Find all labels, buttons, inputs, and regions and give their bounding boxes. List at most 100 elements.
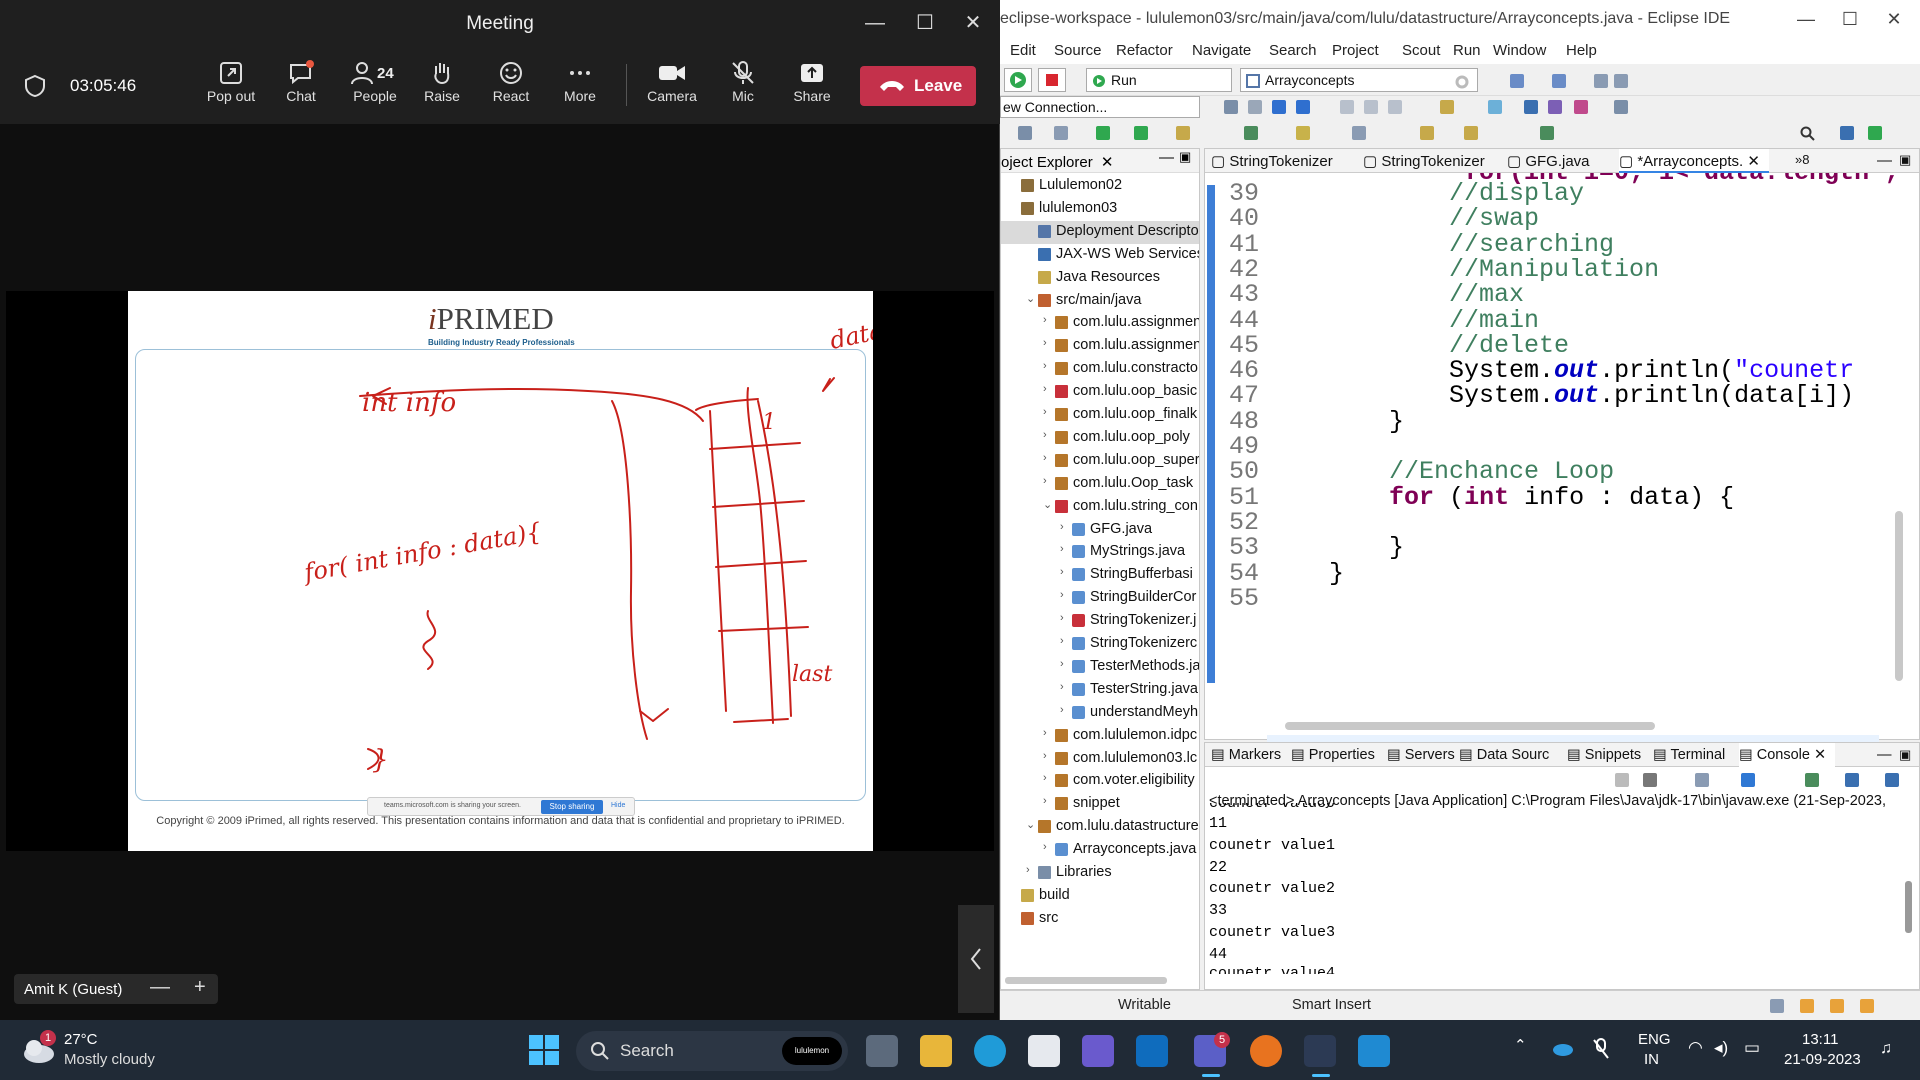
- tree-item[interactable]: › com.lulu.assignmen: [1001, 312, 1199, 335]
- toolbar-search-icon[interactable]: [1488, 100, 1502, 114]
- zoom-out-button[interactable]: —: [150, 976, 170, 999]
- menu-search[interactable]: Search: [1269, 42, 1317, 59]
- eclipse-maximize-button[interactable]: ☐: [1828, 4, 1872, 34]
- minimize-button[interactable]: —: [852, 6, 898, 40]
- toolbar-annotation-icon[interactable]: [1244, 126, 1258, 140]
- console-open-icon[interactable]: [1885, 773, 1899, 787]
- console-maximize-icon[interactable]: ▣: [1899, 747, 1911, 763]
- eclipse-minimize-button[interactable]: —: [1784, 4, 1828, 34]
- toolbar-view-icon[interactable]: [1614, 100, 1628, 114]
- console-terminate-icon[interactable]: [1615, 773, 1629, 787]
- tab-stringtokenizer-1[interactable]: ▢ StringTokenizer: [1211, 152, 1333, 170]
- chevron-right-icon[interactable]: ›: [1043, 383, 1047, 395]
- language-region[interactable]: IN: [1644, 1051, 1659, 1068]
- chevron-right-icon[interactable]: ›: [1026, 864, 1030, 876]
- hide-share-bar-link[interactable]: Hide: [611, 802, 625, 809]
- tab-terminal[interactable]: ▤ Terminal: [1653, 747, 1725, 763]
- tree-item[interactable]: Deployment Descriptor: lu: [1001, 220, 1199, 244]
- app-orange-icon[interactable]: [1250, 1035, 1282, 1067]
- toolbar-step-icon[interactable]: [1248, 100, 1262, 114]
- tree-item[interactable]: JAX-WS Web Services: [1001, 244, 1199, 267]
- battery-icon[interactable]: ▭: [1744, 1038, 1760, 1058]
- tray-overflow-icon[interactable]: ⌃: [1514, 1036, 1527, 1054]
- run-button[interactable]: [1004, 68, 1032, 92]
- taskbar-search-box[interactable]: Search lululemon: [576, 1031, 848, 1071]
- chat-button[interactable]: Chat: [269, 56, 333, 116]
- tree-item[interactable]: › com.lululemon.idpc: [1001, 725, 1199, 748]
- mic-muted-icon[interactable]: [1592, 1038, 1610, 1060]
- tab-markers[interactable]: ▤ Markers: [1211, 747, 1281, 763]
- tab-console[interactable]: ▤ Console ✕: [1739, 743, 1835, 767]
- tab-servers[interactable]: ▤ Servers: [1387, 747, 1455, 763]
- console-pin-icon[interactable]: [1805, 773, 1819, 787]
- tree-item[interactable]: › com.lulu.oop_poly: [1001, 427, 1199, 450]
- toolbar-build-icon[interactable]: [1440, 100, 1454, 114]
- task-view-icon[interactable]: [866, 1035, 898, 1067]
- menu-refactor[interactable]: Refactor: [1116, 42, 1173, 59]
- edge-browser-icon[interactable]: [974, 1035, 1006, 1067]
- toolbar-suspend-icon[interactable]: [1364, 100, 1378, 114]
- tab-properties[interactable]: ▤ Properties: [1291, 747, 1375, 763]
- tree-item[interactable]: › MyStrings.java: [1001, 541, 1199, 564]
- tree-item[interactable]: › StringBuilderCor: [1001, 587, 1199, 610]
- tree-item[interactable]: › snippet: [1001, 793, 1199, 816]
- chevron-right-icon[interactable]: ›: [1043, 452, 1047, 464]
- perspective-ee-icon[interactable]: [1868, 126, 1882, 140]
- tree-item[interactable]: ⌄ com.lulu.string_con: [1001, 496, 1199, 519]
- tree-item[interactable]: › com.lulu.oop_super: [1001, 450, 1199, 473]
- gear-icon[interactable]: [1454, 74, 1470, 90]
- share-button[interactable]: Share: [780, 56, 844, 116]
- toolbar-resume-icon[interactable]: [1340, 100, 1354, 114]
- tree-item[interactable]: › StringTokenizer.j: [1001, 610, 1199, 633]
- console-word-wrap-icon[interactable]: [1741, 773, 1755, 787]
- chevron-right-icon[interactable]: ›: [1043, 727, 1047, 739]
- menu-navigate[interactable]: Navigate: [1192, 42, 1251, 59]
- windows-start-icon[interactable]: [528, 1034, 560, 1066]
- tab-arrayconcepts[interactable]: ▢ *Arrayconcepts. ✕: [1619, 149, 1769, 173]
- chevron-down-icon[interactable]: ⌄: [1043, 498, 1052, 511]
- code-line[interactable]: }: [1269, 407, 1404, 436]
- tree-item[interactable]: › StringBufferbasi: [1001, 564, 1199, 587]
- tree-item[interactable]: › understandMeyh: [1001, 702, 1199, 725]
- tree-item[interactable]: › com.lulu.Oop_task: [1001, 473, 1199, 496]
- minimize-view-icon[interactable]: —: [1159, 149, 1174, 166]
- tree-item[interactable]: › StringTokenizerc: [1001, 633, 1199, 656]
- chevron-right-icon[interactable]: ›: [1043, 841, 1047, 853]
- raise-button[interactable]: Raise: [410, 56, 474, 116]
- code-line[interactable]: for (int info : data) {: [1269, 483, 1734, 512]
- toolbar-window-icon[interactable]: [1510, 74, 1524, 88]
- toolbar-open-icon[interactable]: [1054, 126, 1068, 140]
- chevron-right-icon[interactable]: ›: [1060, 566, 1064, 578]
- editor-hscrollbar[interactable]: [1285, 722, 1655, 730]
- eclipse-app-icon[interactable]: [1304, 1035, 1336, 1067]
- console-minimize-icon[interactable]: —: [1877, 747, 1892, 763]
- toolbar-package-icon[interactable]: [1176, 126, 1190, 140]
- tree-item[interactable]: ⌄ src/main/java: [1001, 290, 1199, 313]
- toolbar-terminate-icon[interactable]: [1388, 100, 1402, 114]
- tree-item[interactable]: › TesterMethods.ja: [1001, 656, 1199, 679]
- toolbar-forward-icon[interactable]: [1464, 126, 1478, 140]
- console-vscrollbar[interactable]: [1905, 881, 1912, 933]
- connection-combo[interactable]: ew Connection...: [1000, 96, 1200, 118]
- menu-window[interactable]: Window: [1493, 42, 1546, 59]
- tab-gfg[interactable]: ▢ GFG.java: [1507, 152, 1590, 170]
- people-button[interactable]: 24 People: [340, 56, 410, 116]
- volume-icon[interactable]: ◂): [1714, 1038, 1728, 1058]
- microsoft-store-icon[interactable]: [1028, 1035, 1060, 1067]
- tree-item[interactable]: build: [1001, 885, 1199, 908]
- status-notify-icon[interactable]: [1800, 999, 1814, 1013]
- tree-item[interactable]: › com.lulu.assignmen: [1001, 335, 1199, 358]
- react-button[interactable]: React: [479, 56, 543, 116]
- menu-project[interactable]: Project: [1332, 42, 1379, 59]
- toolbar-debug-icon[interactable]: [1224, 100, 1238, 114]
- chevron-right-icon[interactable]: ›: [1043, 314, 1047, 326]
- toolbar-problems-icon[interactable]: [1272, 100, 1286, 114]
- chevron-right-icon[interactable]: ›: [1043, 429, 1047, 441]
- run-mode-combo[interactable]: Run: [1086, 68, 1232, 92]
- chevron-right-icon[interactable]: ›: [1043, 750, 1047, 762]
- tab-overflow[interactable]: »8: [1795, 152, 1809, 167]
- perspective-java-icon[interactable]: [1840, 126, 1854, 140]
- tree-item[interactable]: › com.lulu.constracto: [1001, 358, 1199, 381]
- tree-item[interactable]: lululemon03: [1001, 198, 1199, 221]
- search-icon[interactable]: [1800, 126, 1816, 142]
